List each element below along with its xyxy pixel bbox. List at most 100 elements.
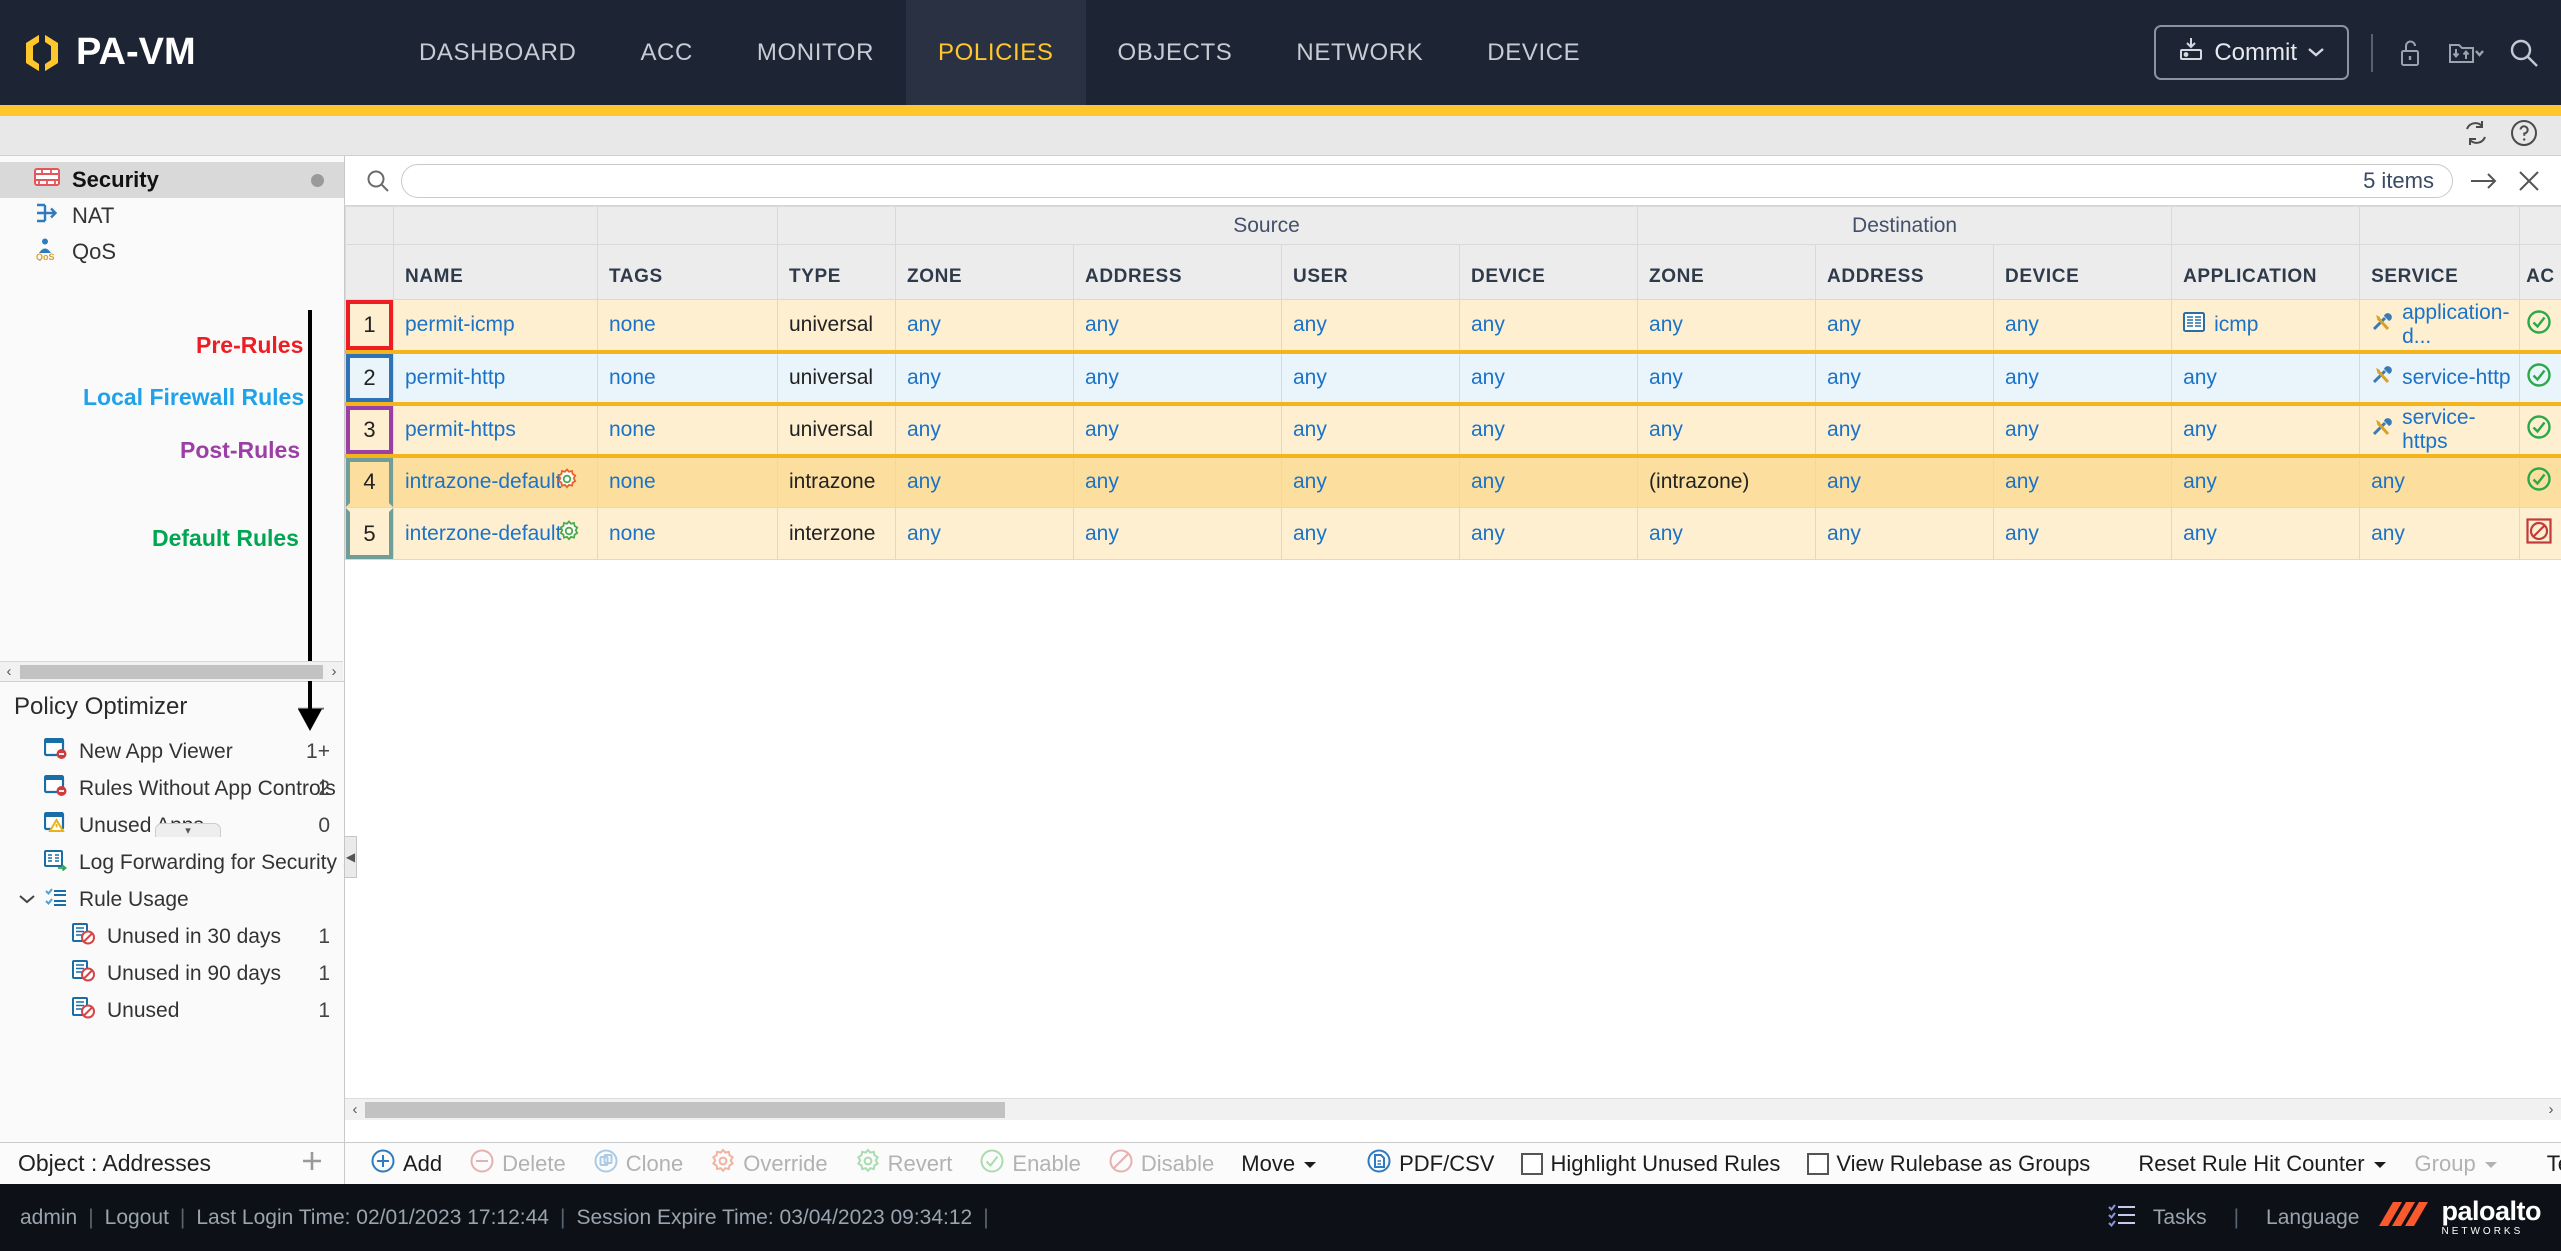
rule-tags-cell[interactable]: none — [597, 453, 778, 508]
rule-dst-device-cell[interactable]: any — [1993, 349, 2173, 404]
rule-src-user-cell[interactable]: any — [1281, 453, 1460, 508]
plus-icon[interactable] — [298, 1147, 326, 1181]
rule-application-cell[interactable]: any — [2171, 453, 2361, 508]
rule-dst-zone-cell[interactable]: any — [1637, 349, 1817, 404]
delete-button[interactable]: Delete — [458, 1143, 577, 1185]
rule-src-address-cell[interactable]: any — [1073, 299, 1282, 352]
panel-collapse-handle[interactable]: ▾ — [155, 823, 221, 837]
table-row[interactable]: 5 interzone-default none interzone any a… — [345, 507, 2561, 560]
search-icon[interactable] — [2507, 36, 2541, 70]
rule-src-zone-cell[interactable]: any — [895, 401, 1074, 456]
chevron-down-icon[interactable] — [18, 890, 36, 910]
tab-acc[interactable]: ACC — [608, 0, 724, 105]
checkbox-box[interactable] — [1807, 1152, 1830, 1175]
column-header-type[interactable]: TYPE — [777, 244, 896, 300]
po-item-rules-without-app-controls[interactable]: Rules Without App Controls 2 — [0, 770, 344, 807]
rule-dst-device-cell[interactable]: any — [1993, 453, 2173, 508]
tab-monitor[interactable]: MONITOR — [725, 0, 906, 105]
clone-button[interactable]: Clone — [582, 1143, 694, 1185]
rule-src-user-cell[interactable]: any — [1281, 299, 1460, 352]
sidebar-collapse-arrow[interactable]: ◀ — [344, 836, 357, 878]
sidebar-item-security[interactable]: Security — [0, 162, 344, 198]
rule-service-cell[interactable]: application-d... — [2359, 299, 2521, 352]
rule-dst-address-cell[interactable]: any — [1815, 401, 1995, 456]
search-input[interactable]: 5 items — [401, 163, 2453, 198]
rule-tags-cell[interactable]: none — [597, 507, 778, 560]
rule-name-cell[interactable]: permit-http — [393, 349, 598, 404]
rule-src-address-cell[interactable]: any — [1073, 507, 1282, 560]
rule-dst-zone-cell[interactable]: any — [1637, 507, 1817, 560]
column-header-src-device[interactable]: DEVICE — [1458, 244, 1639, 300]
rule-dst-zone-cell[interactable]: any — [1637, 401, 1817, 456]
rule-src-user-cell[interactable]: any — [1281, 507, 1460, 560]
column-header-service[interactable]: SERVICE — [2359, 244, 2521, 300]
rule-dst-zone-cell[interactable]: any — [1637, 299, 1817, 352]
rule-action-cell[interactable] — [2519, 453, 2561, 508]
rule-tags-cell[interactable]: none — [597, 299, 778, 352]
revert-button[interactable]: Revert — [844, 1143, 964, 1185]
rule-src-zone-cell[interactable]: any — [895, 349, 1074, 404]
sidebar-item-qos[interactable]: QoS QoS — [0, 234, 344, 270]
scroll-right-icon[interactable]: › — [325, 663, 343, 680]
rule-src-device-cell[interactable]: any — [1458, 401, 1639, 456]
column-header-tags[interactable]: TAGS — [597, 244, 778, 300]
rule-service-cell[interactable]: service-https — [2359, 401, 2521, 456]
rule-dst-device-cell[interactable]: any — [1993, 401, 2173, 456]
table-row[interactable]: 4 intrazone-default none intrazone any a… — [345, 453, 2561, 508]
rule-src-zone-cell[interactable]: any — [895, 507, 1074, 560]
po-item-unused-90-days[interactable]: Unused in 90 days 1 — [0, 955, 344, 992]
column-header-dst-zone[interactable]: ZONE — [1637, 244, 1817, 300]
apply-filter-arrow-icon[interactable] — [2469, 169, 2499, 193]
tab-network[interactable]: NETWORK — [1264, 0, 1455, 105]
tasks-icon[interactable] — [2107, 1202, 2137, 1234]
help-icon[interactable] — [2509, 118, 2539, 153]
rule-tags-cell[interactable]: none — [597, 401, 778, 456]
rule-name-cell[interactable]: permit-icmp — [393, 299, 598, 352]
rule-dst-address-cell[interactable]: any — [1815, 507, 1995, 560]
test-policy-match-button[interactable]: Test Policy Match — [2536, 1143, 2561, 1185]
rule-src-user-cell[interactable]: any — [1281, 349, 1460, 404]
move-button[interactable]: Move — [1230, 1143, 1329, 1185]
po-item-unused[interactable]: Unused 1 — [0, 992, 344, 1029]
rule-name-cell[interactable]: permit-https — [393, 401, 598, 456]
column-header-dst-device[interactable]: DEVICE — [1993, 244, 2173, 300]
commit-button[interactable]: Commit — [2154, 25, 2349, 80]
rule-service-cell[interactable]: any — [2359, 507, 2521, 560]
column-header-application[interactable]: APPLICATION — [2171, 244, 2361, 300]
disable-button[interactable]: Disable — [1097, 1143, 1225, 1185]
sidebar-horizontal-scrollbar[interactable]: ‹ › — [0, 661, 343, 681]
rule-dst-device-cell[interactable]: any — [1993, 507, 2173, 560]
rule-action-cell[interactable] — [2519, 349, 2561, 404]
column-header-src-user[interactable]: USER — [1281, 244, 1460, 300]
tab-dashboard[interactable]: DASHBOARD — [387, 0, 608, 105]
po-item-rule-usage[interactable]: Rule Usage — [0, 881, 344, 918]
column-header-src-zone[interactable]: ZONE — [895, 244, 1074, 300]
tasks-label[interactable]: Tasks — [2153, 1206, 2207, 1230]
rule-name-cell[interactable]: interzone-default — [393, 507, 598, 560]
rule-src-address-cell[interactable]: any — [1073, 349, 1282, 404]
rule-dst-device-cell[interactable]: any — [1993, 299, 2173, 352]
tab-policies[interactable]: POLICIES — [906, 0, 1086, 105]
column-header-action[interactable]: AC — [2519, 244, 2561, 300]
rule-name-cell[interactable]: intrazone-default — [393, 453, 598, 508]
unlock-icon[interactable] — [2395, 37, 2425, 69]
rule-dst-address-cell[interactable]: any — [1815, 453, 1995, 508]
rule-application-cell[interactable]: any — [2171, 401, 2361, 456]
scroll-thumb[interactable] — [365, 1101, 1005, 1118]
rule-action-cell[interactable] — [2519, 401, 2561, 456]
logout-link[interactable]: Logout — [105, 1206, 169, 1230]
scroll-left-icon[interactable]: ‹ — [345, 1101, 365, 1118]
rule-service-cell[interactable]: any — [2359, 453, 2521, 508]
table-row[interactable]: 1 permit-icmp none universal any any any… — [345, 299, 2561, 352]
rule-action-cell[interactable] — [2519, 507, 2561, 560]
config-transfer-icon[interactable] — [2447, 37, 2485, 69]
add-button[interactable]: Add — [359, 1143, 453, 1185]
search-icon[interactable] — [365, 168, 391, 194]
table-row[interactable]: 3 permit-https none universal any any an… — [345, 401, 2561, 456]
rule-src-device-cell[interactable]: any — [1458, 299, 1639, 352]
rule-service-cell[interactable]: service-http — [2359, 349, 2521, 404]
rule-dst-address-cell[interactable]: any — [1815, 349, 1995, 404]
rule-src-address-cell[interactable]: any — [1073, 453, 1282, 508]
reset-rule-hit-counter-button[interactable]: Reset Rule Hit Counter — [2127, 1143, 2398, 1185]
language-label[interactable]: Language — [2266, 1206, 2359, 1230]
